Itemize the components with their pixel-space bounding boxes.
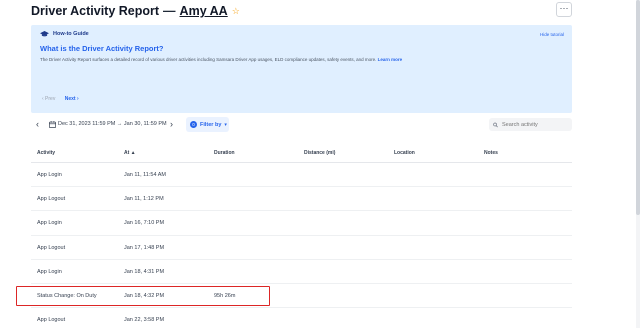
activity-cell: App Login: [37, 172, 62, 178]
table-row[interactable]: App Logout Jan 11, 1:12 PM: [31, 187, 572, 212]
highlight-box: [16, 286, 270, 306]
table-row[interactable]: App Login Jan 11, 11:54 AM: [31, 163, 572, 188]
filter-by-button[interactable]: 0 Filter by ▾: [186, 117, 229, 132]
column-header-location[interactable]: Location: [394, 150, 415, 156]
driver-name-link[interactable]: Amy AA: [180, 4, 228, 18]
column-header-notes[interactable]: Notes: [484, 150, 498, 156]
graduation-cap-icon: [40, 31, 49, 37]
search-box: [489, 118, 572, 131]
timestamp-cell: Jan 16, 7:10 PM: [124, 220, 165, 227]
favorite-star-icon[interactable]: ☆: [232, 6, 240, 17]
timestamp-cell: Jan 18, 4:31 PM: [124, 268, 165, 275]
previous-period-chevron-icon[interactable]: ‹: [36, 119, 39, 130]
activity-cell: App Login: [37, 268, 62, 275]
more-options-button[interactable]: ···: [556, 2, 572, 17]
guide-prev-button[interactable]: ‹ Prev: [42, 96, 55, 102]
chevron-down-icon: ▾: [224, 121, 227, 128]
page-scrollbar[interactable]: [636, 0, 640, 328]
table-row[interactable]: App Login Jan 16, 7:10 PM: [31, 211, 572, 236]
activity-cell: App Logout: [37, 244, 66, 251]
table-row[interactable]: App Login Jan 18, 4:31 PM: [31, 260, 572, 284]
timestamp-cell: Jan 11, 1:12 PM: [124, 196, 164, 203]
learn-more-link[interactable]: Learn more: [378, 57, 403, 62]
timestamp-cell: Jan 11, 11:54 AM: [124, 172, 166, 178]
report-toolbar: ‹ Dec 31, 2023 11:59 PM → Jan 30, 11:59 …: [31, 117, 572, 133]
column-header-duration[interactable]: Duration: [214, 150, 235, 156]
column-header-activity[interactable]: Activity: [37, 150, 55, 156]
hide-tutorial-link[interactable]: Hide tutorial: [540, 32, 564, 37]
activity-cell: App Login: [37, 220, 62, 227]
guide-title: What is the Driver Activity Report?: [40, 44, 164, 53]
activity-cell: App Logout: [37, 196, 66, 203]
column-header-distance[interactable]: Distance (mi): [304, 150, 335, 156]
page-title: Driver Activity Report: [31, 4, 160, 18]
guide-next-button[interactable]: Next ›: [65, 96, 79, 102]
timestamp-cell: Jan 17, 1:48 PM: [124, 244, 165, 251]
table-header: Activity At ▲ Duration Distance (mi) Loc…: [31, 143, 572, 163]
search-activity-input[interactable]: [502, 121, 572, 128]
date-range-picker[interactable]: Dec 31, 2023 11:59 PM → Jan 30, 11:59 PM: [58, 121, 167, 127]
how-to-guide-panel: How-to Guide Hide tutorial What is the D…: [31, 25, 572, 113]
timestamp-cell: Jan 22, 3:58 PM: [124, 317, 165, 324]
guide-label: How-to Guide: [53, 31, 89, 37]
title-separator: —: [163, 4, 176, 18]
filter-by-label: Filter by: [200, 121, 222, 128]
activity-cell: App Logout: [37, 317, 66, 324]
filter-count-badge: 0: [190, 121, 197, 128]
page-header: Driver Activity Report — Amy AA ☆: [31, 2, 240, 20]
calendar-icon: [49, 121, 56, 128]
next-period-chevron-icon[interactable]: ›: [170, 119, 173, 130]
table-row[interactable]: App Logout Jan 17, 1:48 PM: [31, 236, 572, 260]
table-row[interactable]: App Logout Jan 22, 3:58 PM: [31, 308, 572, 328]
column-header-at[interactable]: At ▲: [124, 150, 136, 156]
search-icon: [493, 122, 498, 127]
scrollbar-thumb[interactable]: [636, 0, 640, 215]
guide-pagination: ‹ Prev Next ›: [42, 96, 79, 102]
guide-description: The Driver Activity Report surfaces a de…: [40, 57, 403, 62]
